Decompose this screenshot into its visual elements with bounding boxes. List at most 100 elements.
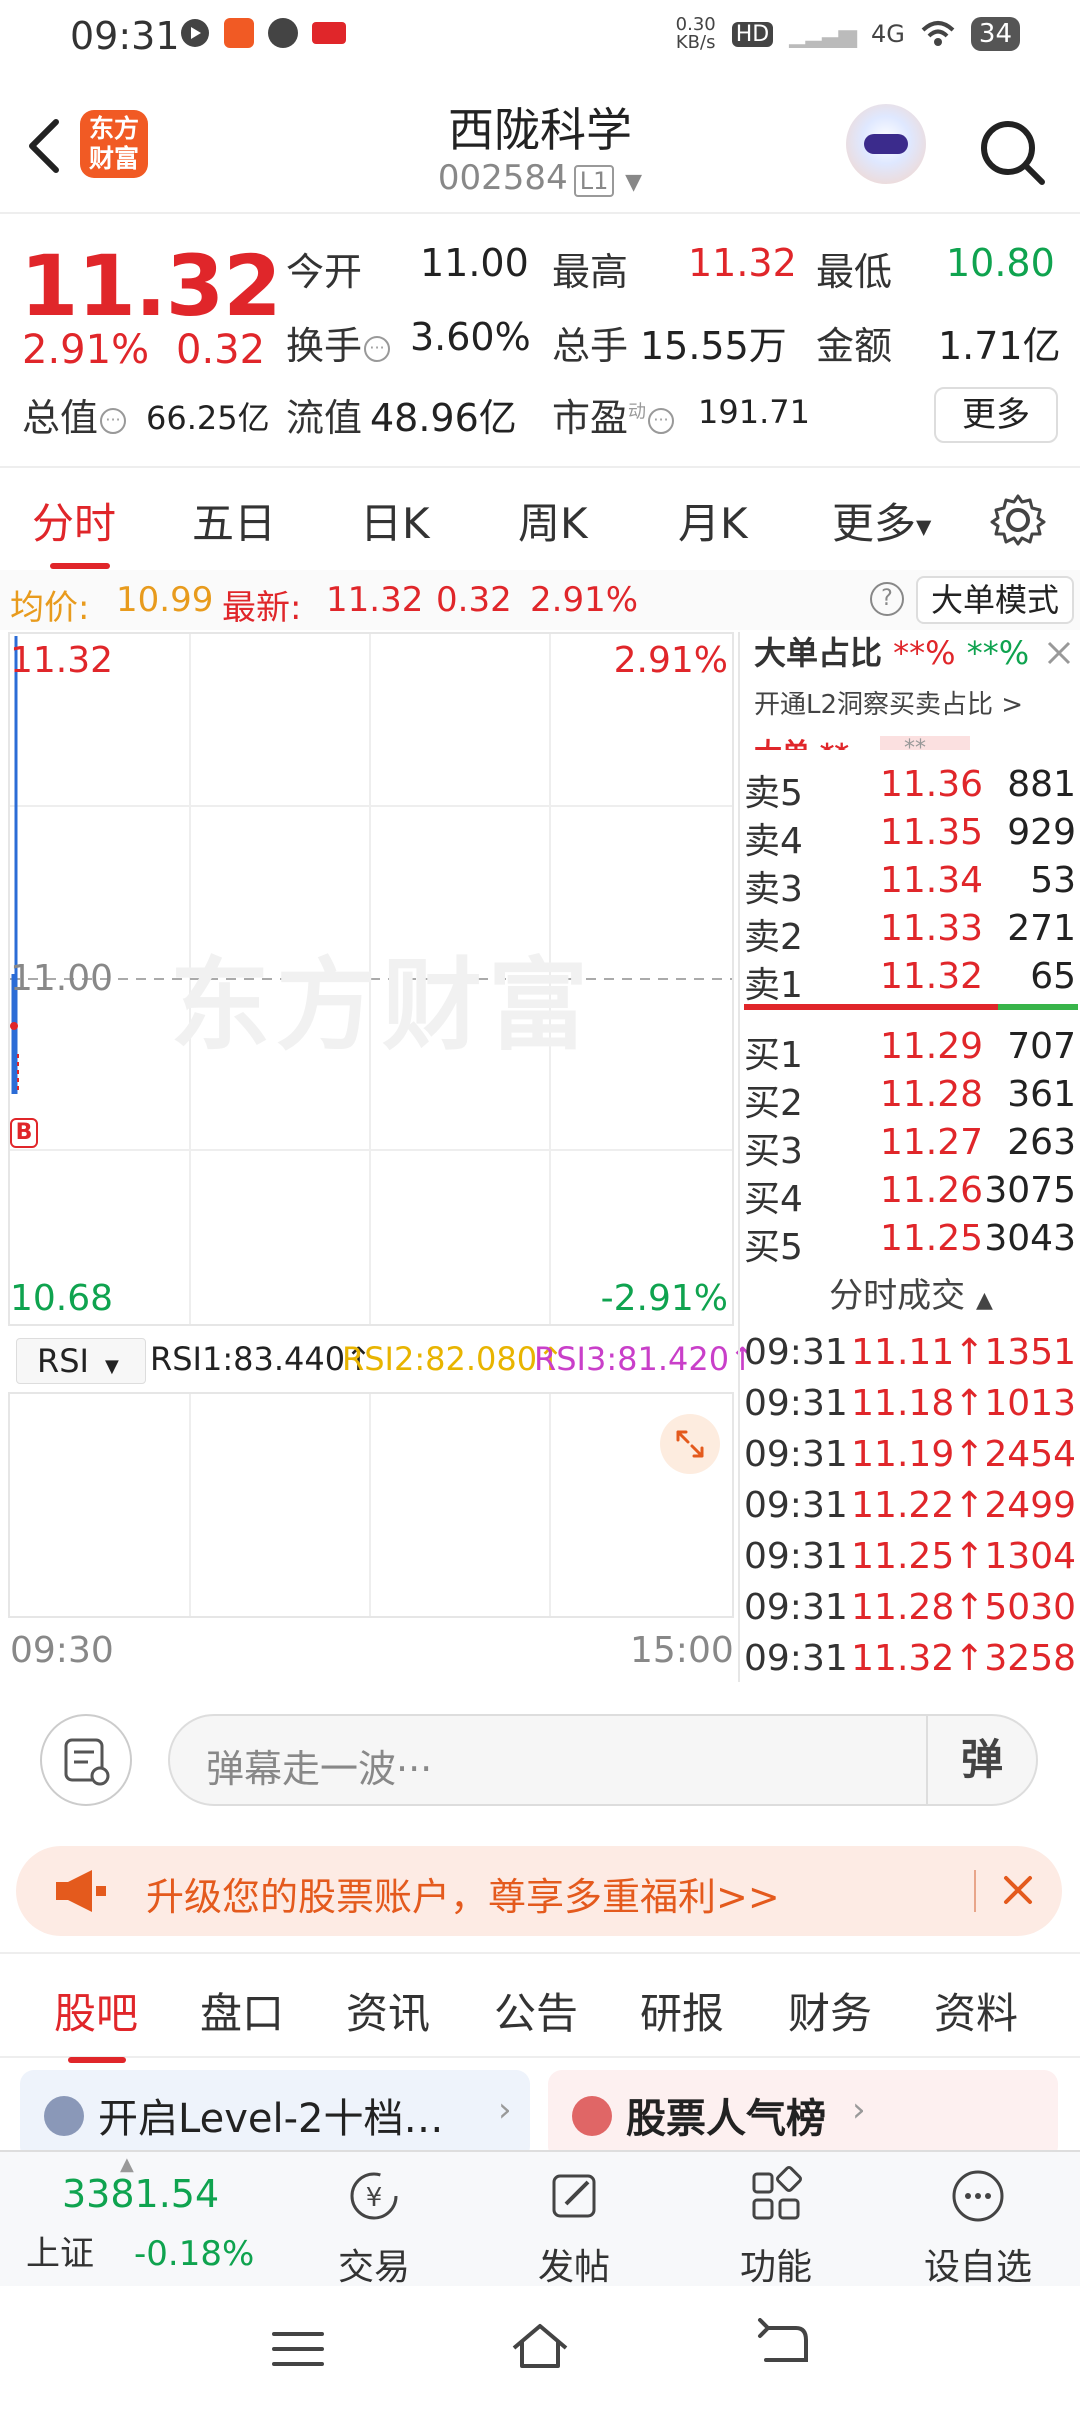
latest-change: 0.32 — [436, 580, 512, 620]
latest-percent: 2.91% — [530, 580, 639, 620]
buy-sell-ratio-bar — [744, 1004, 1078, 1010]
level-price: 11.35 — [880, 812, 984, 853]
divider — [0, 466, 1080, 468]
robot-avatar[interactable] — [846, 104, 926, 184]
search-icon[interactable] — [976, 116, 1048, 188]
sell-row[interactable]: 卖5 11.36 881 — [740, 764, 1080, 814]
buy-row[interactable]: 买1 11.29 707 — [740, 1026, 1080, 1076]
level-name: 买3 — [744, 1131, 803, 1172]
feature-cards: 开启Level-2十档… › 股票人气榜 › — [0, 2070, 1080, 2150]
level-name: 卖2 — [744, 917, 803, 958]
big-order-mode-button[interactable]: 大单模式 — [916, 576, 1074, 624]
tab-intraday[interactable]: 分时 — [32, 490, 116, 569]
label-market-cap[interactable]: 总值 ··· — [22, 387, 127, 442]
level-price: 11.26 — [880, 1170, 984, 1211]
back-nav-icon[interactable] — [752, 2318, 812, 2374]
intraday-chart[interactable]: 东方财富 11.32 2.91% 11.00 10.68 -2.91% B — [8, 632, 734, 1326]
tab-finance[interactable]: 财务 — [788, 1980, 872, 2041]
tab-weekly-k[interactable]: 周K — [518, 490, 588, 551]
level-name: 买5 — [744, 1227, 803, 1268]
rsi3-value: RSI3:81.420↑ — [534, 1340, 756, 1378]
comment-bar: 弹幕走一波··· 弹 — [0, 1690, 1080, 1820]
danmaku-toggle-button[interactable]: 弹 — [926, 1716, 1036, 1804]
level-name: 卖3 — [744, 869, 803, 910]
rsi-selector[interactable]: RSI ▼ — [16, 1338, 146, 1384]
tab-monthly-k[interactable]: 月K — [678, 490, 748, 551]
help-icon[interactable]: ? — [870, 582, 904, 616]
popularity-card[interactable]: 股票人气榜 › — [548, 2070, 1058, 2150]
value-open: 11.00 — [420, 241, 529, 285]
nav-features[interactable]: 功能 — [706, 2166, 846, 2290]
sell-row[interactable]: 卖3 11.34 53 — [740, 860, 1080, 910]
level-volume: 53 — [1030, 860, 1076, 901]
tab-profile[interactable]: 资料 — [934, 1980, 1018, 2041]
big-order-ratio[interactable]: 大单占比 **% **% 开通L2洞察买卖占比 > 大单 ** ** — [740, 632, 1080, 750]
comment-list-icon[interactable] — [40, 1714, 132, 1806]
sell-row[interactable]: 卖1 11.32 65 — [740, 956, 1080, 1006]
tab-research[interactable]: 研报 — [640, 1980, 724, 2041]
tab-announcement[interactable]: 公告 — [494, 1980, 578, 2041]
wifi-icon — [921, 21, 955, 46]
rsi-chart[interactable] — [8, 1392, 734, 1618]
promo-banner[interactable]: 升级您的股票账户，尊享多重福利>> — [16, 1846, 1062, 1936]
buy-row[interactable]: 买2 11.28 361 — [740, 1074, 1080, 1124]
nav-trade[interactable]: ¥ 交易 — [304, 2166, 444, 2290]
buy-row[interactable]: 买4 11.26 3075 — [740, 1170, 1080, 1220]
index-ticker[interactable]: ▲ 3381.54 上证 -0.18% — [26, 2154, 254, 2275]
nav-add-watchlist[interactable]: 设自选 — [908, 2166, 1048, 2290]
close-icon[interactable] — [1044, 638, 1074, 668]
level-price: 11.25 — [880, 1218, 984, 1259]
tab-daily-k[interactable]: 日K — [360, 490, 430, 551]
tab-pankou[interactable]: 盘口 — [200, 1980, 284, 2041]
nav-post[interactable]: 发帖 — [504, 2166, 644, 2290]
hd-icon: HD — [731, 21, 774, 47]
menu-icon[interactable] — [268, 2324, 328, 2374]
value-amount: 1.71亿 — [938, 324, 1061, 368]
value-turnover: 3.60% — [410, 315, 531, 359]
avg-label: 均价: — [10, 588, 90, 628]
trades-header[interactable]: 分时成交 ▲ — [740, 1268, 1080, 1317]
l2-upsell-link[interactable]: 开通L2洞察买卖占比 > — [754, 684, 1023, 721]
close-icon[interactable] — [988, 1860, 1048, 1920]
gear-icon[interactable] — [990, 492, 1046, 548]
tab-news[interactable]: 资讯 — [346, 1980, 430, 2041]
header: 东方财富 西陇科学 002584 L1 ▼ — [0, 80, 1080, 210]
pe-dynamic-sup: 动 — [628, 401, 647, 423]
avg-point — [10, 1022, 18, 1030]
label-turnover[interactable]: 换手 ··· — [286, 315, 391, 370]
chart-mid-price: 11.00 — [10, 958, 114, 999]
trade-time: 09:31 — [744, 1536, 848, 1577]
buy-row[interactable]: 买3 11.27 263 — [740, 1122, 1080, 1172]
chart-bar-icon — [572, 2096, 612, 2136]
chart-top-pct: 2.91% — [613, 640, 728, 681]
sell-row[interactable]: 卖4 11.35 929 — [740, 812, 1080, 862]
danmaku-input[interactable]: 弹幕走一波··· 弹 — [168, 1714, 1038, 1806]
time-axis-end: 15:00 — [630, 1630, 734, 1671]
more-button[interactable]: 更多 — [934, 387, 1058, 443]
sell-row[interactable]: 卖2 11.33 271 — [740, 908, 1080, 958]
home-icon[interactable] — [508, 2318, 572, 2374]
popularity-card-text: 股票人气榜 — [626, 2096, 826, 2142]
buy-row[interactable]: 买5 11.25 3043 — [740, 1218, 1080, 1268]
status-time: 09:31 — [70, 14, 180, 58]
value-float-cap: 48.96亿 — [370, 396, 517, 440]
level-price: 11.36 — [880, 764, 984, 805]
value-pe: 191.71 — [698, 393, 810, 431]
ratio-bar: ** — [880, 736, 970, 750]
tab-guba[interactable]: 股吧 — [54, 1980, 138, 2063]
chart-top-price: 11.32 — [10, 640, 114, 681]
expand-icon[interactable] — [660, 1414, 720, 1474]
index-value: 3381.54 — [62, 2172, 220, 2216]
trade-value: 11.32↑3258 — [851, 1638, 1076, 1679]
trade-row: 09:31 11.18↑1013 — [740, 1383, 1080, 1433]
trade-time: 09:31 — [744, 1434, 848, 1475]
info-tabs: 股吧 盘口 资讯 公告 研报 财务 资料 — [0, 1952, 1080, 2063]
label-pe[interactable]: 市盈动 ··· — [552, 387, 675, 442]
tab-more[interactable]: 更多▼ — [832, 490, 931, 551]
level2-card[interactable]: 开启Level-2十档… › — [20, 2070, 530, 2150]
tab-five-day[interactable]: 五日 — [192, 490, 276, 551]
trade-row: 09:31 11.28↑5030 — [740, 1587, 1080, 1637]
level-volume: 65 — [1030, 956, 1076, 997]
trade-value: 11.11↑1351 — [851, 1332, 1076, 1373]
trade-row: 09:31 11.19↑2454 — [740, 1434, 1080, 1484]
